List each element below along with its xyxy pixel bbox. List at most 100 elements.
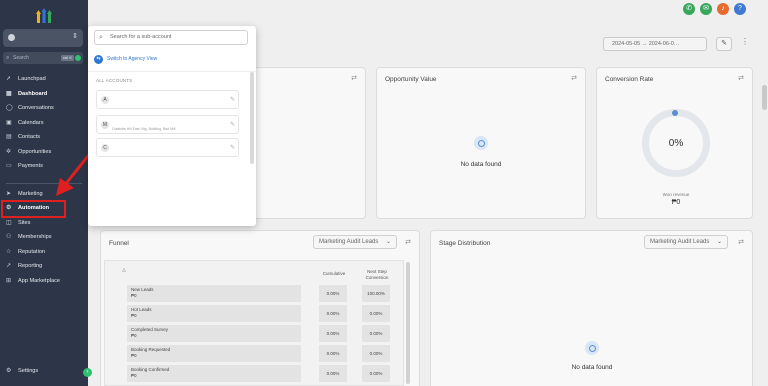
sidebar-item-settings[interactable]: ⚙ Settings — [0, 365, 88, 378]
card-title: Funnel — [109, 240, 129, 247]
funnel-row: Completed Survey ₱0 — [127, 325, 301, 342]
sidebar-search[interactable]: ⌕ Search ctrl K — [3, 52, 83, 64]
hidden-card: ⇄ — [240, 67, 366, 219]
launchpad-icon: ➚ — [6, 76, 12, 82]
swap-icon[interactable]: ⇄ — [738, 238, 744, 246]
card-title: Opportunity Value — [385, 76, 437, 83]
account-item[interactable]: A ✎ — [96, 90, 239, 109]
funnel-row: New Leads ₱0 — [127, 285, 301, 302]
opportunity-value-card: Opportunity Value ⇄ — [376, 67, 586, 219]
grid-icon: ⊞ — [6, 278, 12, 284]
search-icon: ⌕ — [6, 55, 10, 61]
account-avatar: A — [101, 96, 109, 104]
sidebar-item-dashboard[interactable]: ▦ Dashboard — [0, 88, 88, 101]
more-options-button[interactable]: ⋮ — [741, 37, 749, 46]
collapse-sidebar-button[interactable]: ‹ — [83, 368, 92, 377]
swap-icon[interactable]: ⇄ — [571, 74, 577, 82]
dropdown-divider — [88, 71, 256, 72]
shortcut-badge: ctrl K — [60, 55, 74, 61]
won-revenue-label: Won revenue — [662, 192, 690, 197]
chat-icon: ◯ — [6, 105, 13, 111]
pencil-icon: ✎ — [721, 40, 727, 47]
pin-icon[interactable]: ✎ — [230, 96, 235, 103]
all-accounts-label: ALL ACCOUNTS — [96, 78, 133, 83]
gear-icon: ⚙ — [6, 368, 12, 374]
sub-account-search-input[interactable]: ⌕ Search for a sub-account — [94, 30, 248, 45]
cumulative-cell: 0.00% — [319, 365, 347, 382]
phone-button[interactable]: ✆ — [683, 3, 695, 15]
account-address: Outskirts Hill East, Big, Building, Bad … — [112, 127, 176, 131]
account-avatar: C — [101, 144, 109, 152]
calendar-icon: ▣ — [6, 120, 12, 126]
date-range-picker[interactable]: 2024-05-05 → 2024-06-0… — [603, 37, 707, 51]
contacts-icon: ▤ — [6, 134, 12, 140]
help-button[interactable]: ? — [734, 3, 746, 15]
swap-icon[interactable]: ⇄ — [738, 74, 744, 82]
pin-icon[interactable]: ✎ — [230, 144, 235, 151]
funnel-row: Hot Leads ₱0 — [127, 305, 301, 322]
quick-action-icon[interactable] — [75, 55, 81, 61]
funnel-row: Booking Requested ₱0 — [127, 345, 301, 362]
app-logo-icon — [36, 8, 52, 23]
chevron-down-icon: ⌄ — [385, 239, 391, 245]
no-data-icon — [585, 341, 599, 355]
sidebar-item-sites[interactable]: ◫ Sites — [0, 217, 88, 230]
account-avatar — [8, 34, 15, 41]
page-scrollbar[interactable] — [762, 85, 767, 110]
cumulative-cell: 0.00% — [319, 285, 347, 302]
select-value: Marketing Audit Leads — [650, 239, 710, 245]
funnel-row: Booking Confirmed ₱0 — [127, 365, 301, 382]
memberships-icon: ⚇ — [6, 234, 12, 240]
no-data-text: No data found — [571, 364, 613, 371]
sidebar-item-reputation[interactable]: ☆ Reputation — [0, 246, 88, 259]
no-data-text: No data found — [460, 161, 502, 168]
chart-icon: ↗ — [6, 263, 12, 269]
next-step-cell: 0.00% — [362, 325, 390, 342]
swap-icon[interactable]: ⇄ — [405, 238, 411, 246]
stage-distribution-card: Stage Distribution ⇄ — [430, 230, 753, 386]
stage-pipeline-select[interactable]: Marketing Audit Leads ⌄ — [644, 235, 728, 249]
funnel-scrollbar[interactable] — [406, 262, 410, 384]
sidebar-item-reporting[interactable]: ↗ Reporting — [0, 260, 88, 273]
notifications-button[interactable]: ♪ — [717, 3, 729, 15]
account-item[interactable]: C ✎ — [96, 138, 239, 157]
megaphone-button[interactable]: ✉ — [700, 3, 712, 15]
next-step-header: Next Step Conversion — [365, 269, 389, 280]
cumulative-cell: 0.00% — [319, 305, 347, 322]
sub-account-dropdown: ⌕ Search for a sub-account ⇆ Switch to A… — [88, 26, 256, 226]
account-item[interactable]: M Outskirts Hill East, Big, Building, Ba… — [96, 115, 239, 134]
sort-header[interactable]: △ — [118, 267, 130, 273]
dropdown-scrollbar[interactable] — [250, 72, 254, 164]
next-step-cell: 100.00% — [362, 285, 390, 302]
no-data-icon — [474, 136, 488, 150]
payments-icon: ▭ — [6, 163, 12, 169]
account-switcher[interactable]: ⇕ — [3, 29, 83, 47]
switch-icon: ⇆ — [94, 55, 103, 64]
search-label: Search — [13, 55, 29, 61]
next-step-cell: 0.00% — [362, 365, 390, 382]
conversion-percent: 0% — [668, 138, 684, 149]
next-step-cell: 0.00% — [362, 345, 390, 362]
sidebar-item-conversations[interactable]: ◯ Conversations — [0, 102, 88, 115]
cumulative-cell: 0.00% — [319, 345, 347, 362]
sites-icon: ◫ — [6, 220, 12, 226]
automation-highlight-box — [1, 200, 66, 218]
cumulative-header: Cumulative — [322, 271, 346, 276]
pin-icon[interactable]: ✎ — [230, 121, 235, 128]
card-title: Stage Distribution — [439, 240, 491, 247]
sidebar-item-memberships[interactable]: ⚇ Memberships — [0, 231, 88, 244]
switch-to-agency-view-link[interactable]: ⇆ Switch to Agency View — [94, 55, 157, 64]
chevron-down-icon: ⌄ — [716, 239, 722, 245]
cumulative-cell: 0.00% — [319, 325, 347, 342]
card-title: Conversion Rate — [605, 76, 654, 83]
search-icon: ⌕ — [99, 34, 103, 41]
ring-marker — [672, 110, 678, 116]
swap-icon[interactable]: ⇄ — [351, 74, 357, 82]
sidebar-item-launchpad[interactable]: ➚ Launchpad — [0, 73, 88, 86]
edit-dashboard-button[interactable]: ✎ — [716, 37, 732, 51]
funnel-pipeline-select[interactable]: Marketing Audit Leads ⌄ — [313, 235, 397, 249]
account-avatar: M — [101, 121, 109, 129]
sidebar-item-app-marketplace[interactable]: ⊞ App Marketplace — [0, 275, 88, 288]
dashboard-icon: ▦ — [6, 91, 12, 97]
chevron-updown-icon: ⇕ — [72, 33, 78, 40]
